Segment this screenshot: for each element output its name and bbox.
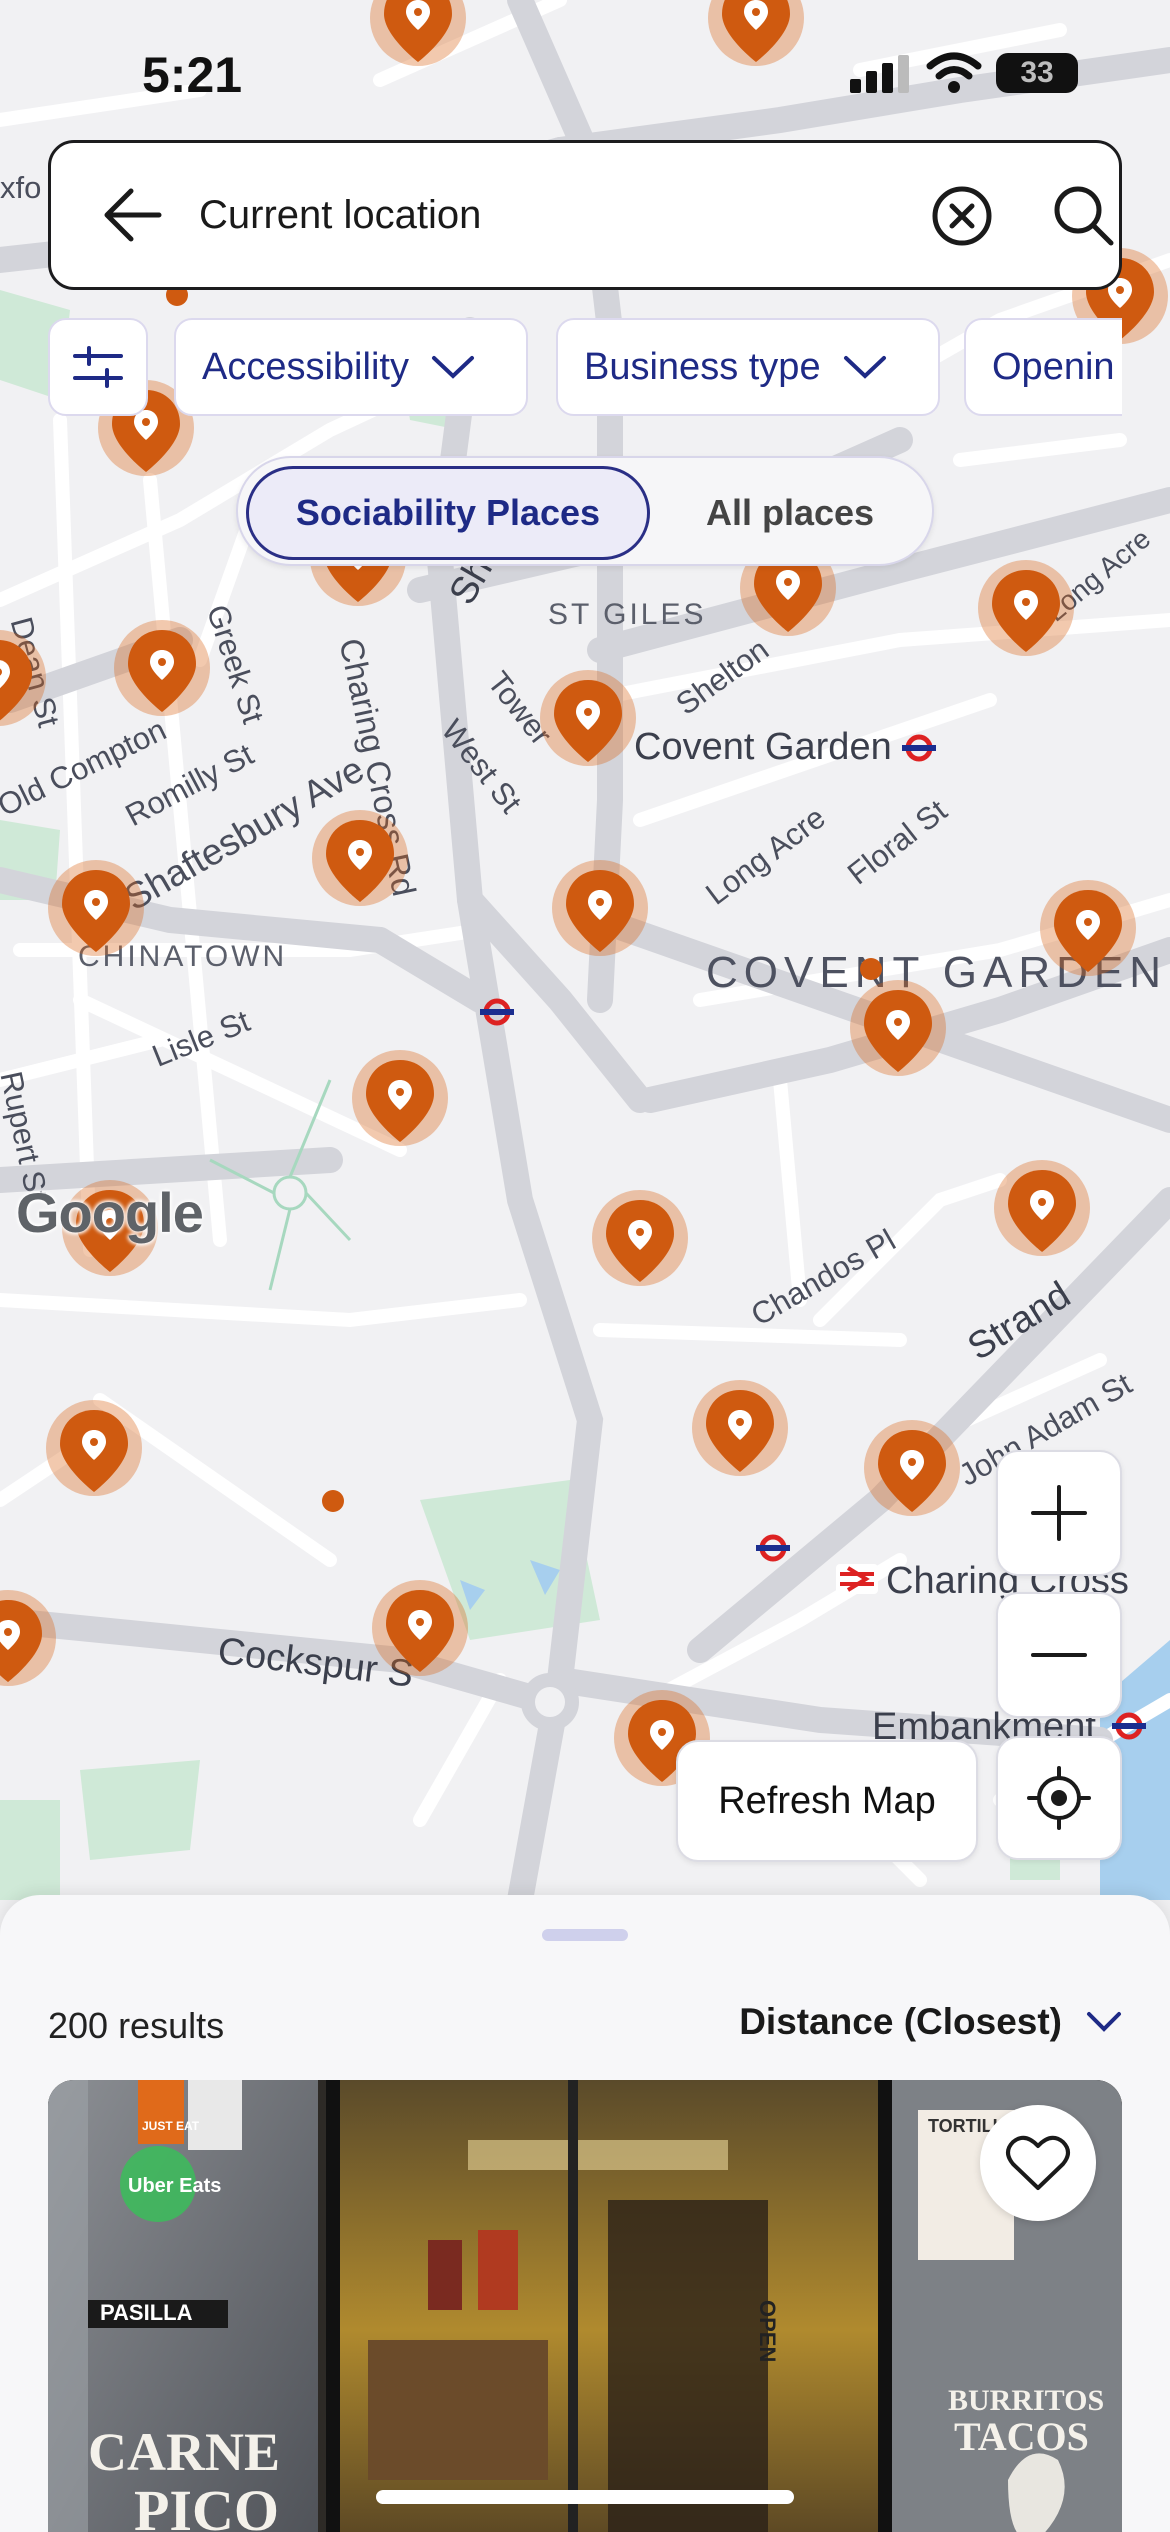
locate-me-button[interactable] <box>996 1736 1122 1860</box>
plus-icon <box>1031 1485 1087 1541</box>
filter-chip-business-type[interactable]: Business type <box>556 318 940 416</box>
filter-settings-button[interactable] <box>48 318 148 416</box>
favorite-button[interactable] <box>980 2105 1096 2221</box>
results-count: 200 results <box>48 2005 225 2046</box>
zoom-in-button[interactable] <box>996 1450 1122 1576</box>
sign-just-eat: JUST EAT <box>142 2119 200 2133</box>
place-pin[interactable] <box>0 1590 56 1710</box>
battery-icon: 33 <box>996 53 1078 93</box>
place-pin[interactable] <box>114 620 210 740</box>
status-icons: 33 <box>850 52 1078 94</box>
sliders-icon <box>73 346 123 388</box>
place-pin[interactable] <box>312 810 408 930</box>
map-pin-icon <box>706 1390 774 1472</box>
search-icon[interactable] <box>1051 183 1115 247</box>
map-pin-icon <box>864 990 932 1072</box>
map-pin-icon <box>878 1430 946 1512</box>
sign-pico: PICO <box>134 2478 279 2532</box>
filter-chip-accessibility[interactable]: Accessibility <box>174 318 528 416</box>
results-sheet[interactable]: 200 results Distance (Closest) CARNE PIC… <box>0 1895 1170 2532</box>
map-pin-icon <box>60 1410 128 1492</box>
map-pin-icon <box>0 640 32 721</box>
sign-uber: Uber Eats <box>128 2175 221 2197</box>
zoom-out-button[interactable] <box>996 1592 1122 1718</box>
map-pin-icon <box>722 0 790 62</box>
map-pin-icon <box>62 870 130 952</box>
map-pin-icon <box>384 0 452 62</box>
map-pin-icon <box>326 820 394 902</box>
filter-chip-label: Openin <box>992 345 1115 388</box>
back-arrow-icon[interactable] <box>103 187 163 243</box>
filter-chip-label: Accessibility <box>202 345 409 388</box>
sign-pasilla: PASILLA <box>100 2300 193 2325</box>
tube-station-icon <box>1112 1712 1146 1740</box>
map-pin-icon <box>992 570 1060 652</box>
places-toggle: Sociability Places All places <box>236 456 934 566</box>
clear-icon[interactable] <box>931 185 993 247</box>
tube-station-icon <box>902 734 936 762</box>
place-pin[interactable] <box>708 0 804 90</box>
sort-dropdown[interactable]: Distance (Closest) <box>739 2001 1122 2043</box>
sign-open: OPEN <box>755 2300 780 2362</box>
chevron-down-icon <box>1087 2012 1121 2032</box>
map-pin-icon <box>1054 890 1122 972</box>
search-input[interactable]: Current location <box>199 193 481 238</box>
small-place-dot[interactable] <box>860 958 882 980</box>
status-time: 5:21 <box>142 47 243 103</box>
chevron-down-icon <box>431 356 474 379</box>
toggle-all-places[interactable]: All places <box>654 466 926 560</box>
filter-chips: Accessibility Business type Openin <box>48 318 1122 416</box>
restaurant-storefront-photo: CARNE PICO BURRITOS TACOS JUST EAT Uber … <box>48 2080 1122 2532</box>
refresh-map-button[interactable]: Refresh Map <box>676 1740 978 1862</box>
place-pin[interactable] <box>1040 880 1136 1000</box>
tube-station-icon <box>756 1534 790 1562</box>
map-pin-icon <box>386 1590 454 1672</box>
place-pin[interactable] <box>978 560 1074 680</box>
place-pin[interactable] <box>552 860 648 980</box>
place-pin[interactable] <box>692 1380 788 1500</box>
heart-icon <box>1006 2135 1070 2190</box>
small-place-dot[interactable] <box>322 1490 344 1512</box>
place-pin[interactable] <box>372 1580 468 1700</box>
place-pin[interactable] <box>864 1420 960 1540</box>
tube-station-icon <box>480 998 514 1026</box>
place-pin[interactable] <box>540 670 636 790</box>
home-indicator <box>376 2490 794 2504</box>
crosshair-icon <box>1027 1766 1091 1830</box>
sign-burritos: BURRITOS <box>948 2384 1104 2417</box>
map-pin-icon <box>566 870 634 952</box>
map-pin-icon <box>606 1200 674 1282</box>
place-pin[interactable] <box>48 860 144 980</box>
filter-chip-opening[interactable]: Openin <box>964 318 1122 416</box>
sheet-handle[interactable] <box>542 1929 628 1941</box>
sign-tacos: TACOS <box>954 2414 1089 2459</box>
sign-carne: CARNE <box>88 2422 280 2482</box>
map-label-covent-garden-station: Covent Garden <box>634 726 892 768</box>
map-pin-icon <box>0 1600 42 1682</box>
place-pin[interactable] <box>352 1050 448 1170</box>
google-logo: Google <box>16 1181 204 1244</box>
national-rail-icon <box>836 1564 878 1594</box>
map-pin-icon <box>366 1060 434 1142</box>
place-pin[interactable] <box>592 1190 688 1310</box>
place-card-image[interactable]: CARNE PICO BURRITOS TACOS JUST EAT Uber … <box>48 2080 1122 2532</box>
minus-icon <box>1031 1653 1087 1657</box>
map-pin-icon <box>554 680 622 762</box>
signal-icon <box>850 55 909 93</box>
toggle-sociability-places[interactable]: Sociability Places <box>246 466 650 560</box>
sort-label: Distance (Closest) <box>739 2001 1062 2042</box>
place-pin[interactable] <box>0 630 46 750</box>
map-label-st-giles: ST GILES <box>548 598 707 631</box>
map-pin-icon <box>128 630 196 712</box>
map-label-oxford: xfo <box>0 170 42 205</box>
filter-chip-label: Business type <box>584 345 821 388</box>
place-pin[interactable] <box>994 1160 1090 1280</box>
wifi-icon <box>926 52 982 93</box>
map-pin-icon <box>1008 1170 1076 1252</box>
place-pin[interactable] <box>46 1400 142 1520</box>
place-pin[interactable] <box>370 0 466 90</box>
place-pin[interactable] <box>850 980 946 1100</box>
search-bar[interactable]: Current location <box>48 140 1122 290</box>
chevron-down-icon <box>843 356 886 379</box>
